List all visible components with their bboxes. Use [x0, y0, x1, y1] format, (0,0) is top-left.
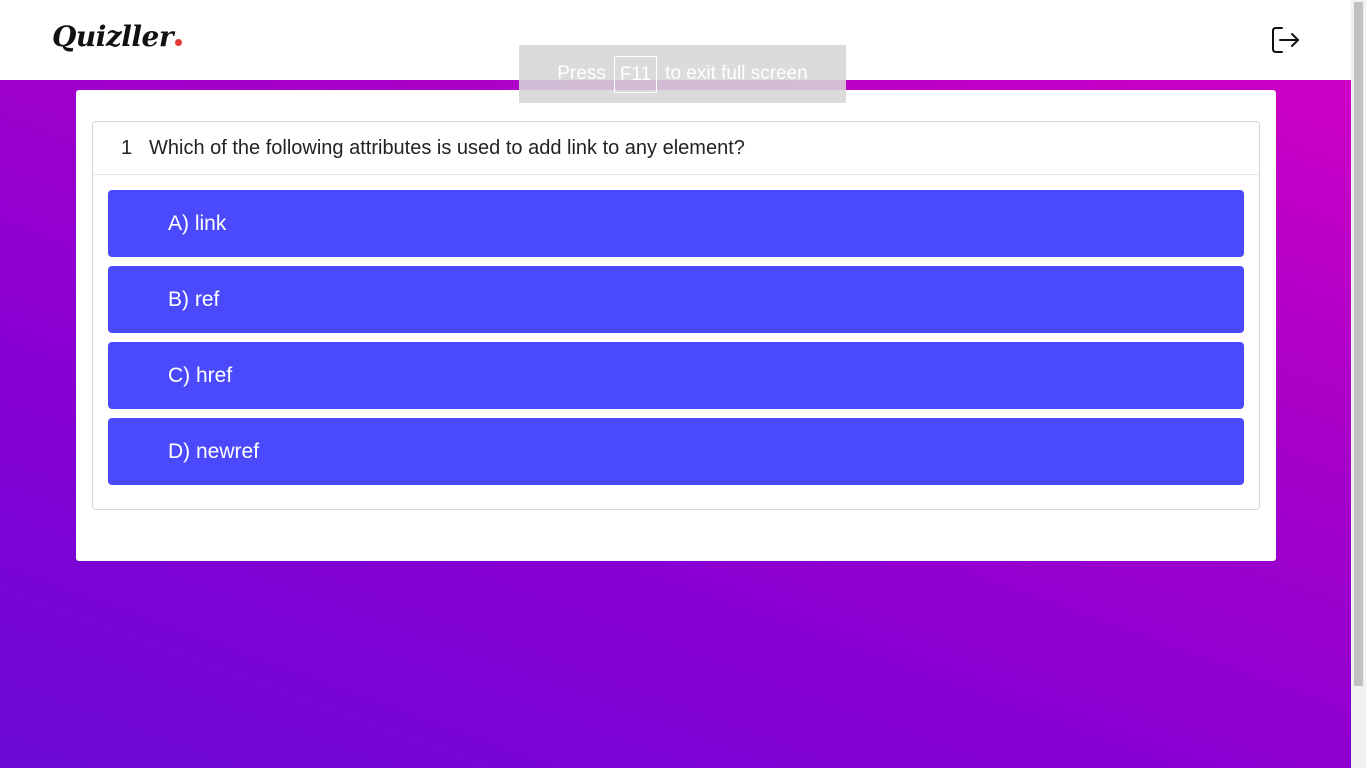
- vertical-scrollbar[interactable]: [1351, 0, 1366, 768]
- page-background: Quizller 1 Which of the following attrib…: [0, 0, 1351, 768]
- brand-dot: [175, 39, 183, 46]
- option-label: D) newref: [168, 439, 260, 463]
- toast-exit-text: to exit full screen: [665, 63, 808, 84]
- question-panel: 1 Which of the following attributes is u…: [92, 121, 1260, 510]
- logout-icon: [1272, 27, 1299, 53]
- toast-press-text: Press: [557, 63, 606, 84]
- question-number: 1: [121, 136, 133, 159]
- question-text: Which of the following attributes is use…: [149, 136, 745, 159]
- option-c-button[interactable]: C) href: [108, 342, 1244, 409]
- logout-button[interactable]: [1269, 24, 1301, 56]
- brand-logo[interactable]: Quizller: [52, 20, 183, 53]
- brand-name: Quizller: [52, 20, 174, 53]
- option-b-button[interactable]: B) ref: [108, 266, 1244, 333]
- scrollbar-thumb[interactable]: [1354, 2, 1363, 686]
- quiz-card: 1 Which of the following attributes is u…: [76, 90, 1276, 561]
- option-label: B) ref: [168, 287, 220, 311]
- option-d-button[interactable]: D) newref: [108, 418, 1244, 485]
- option-label: A) link: [168, 211, 227, 235]
- option-label: C) href: [168, 363, 233, 387]
- question-header: 1 Which of the following attributes is u…: [93, 122, 1259, 175]
- options-list: A) link B) ref C) href D) newref: [108, 190, 1244, 494]
- fullscreen-toast: Press F11 to exit full screen: [519, 45, 846, 103]
- option-a-button[interactable]: A) link: [108, 190, 1244, 257]
- toast-key: F11: [613, 55, 658, 93]
